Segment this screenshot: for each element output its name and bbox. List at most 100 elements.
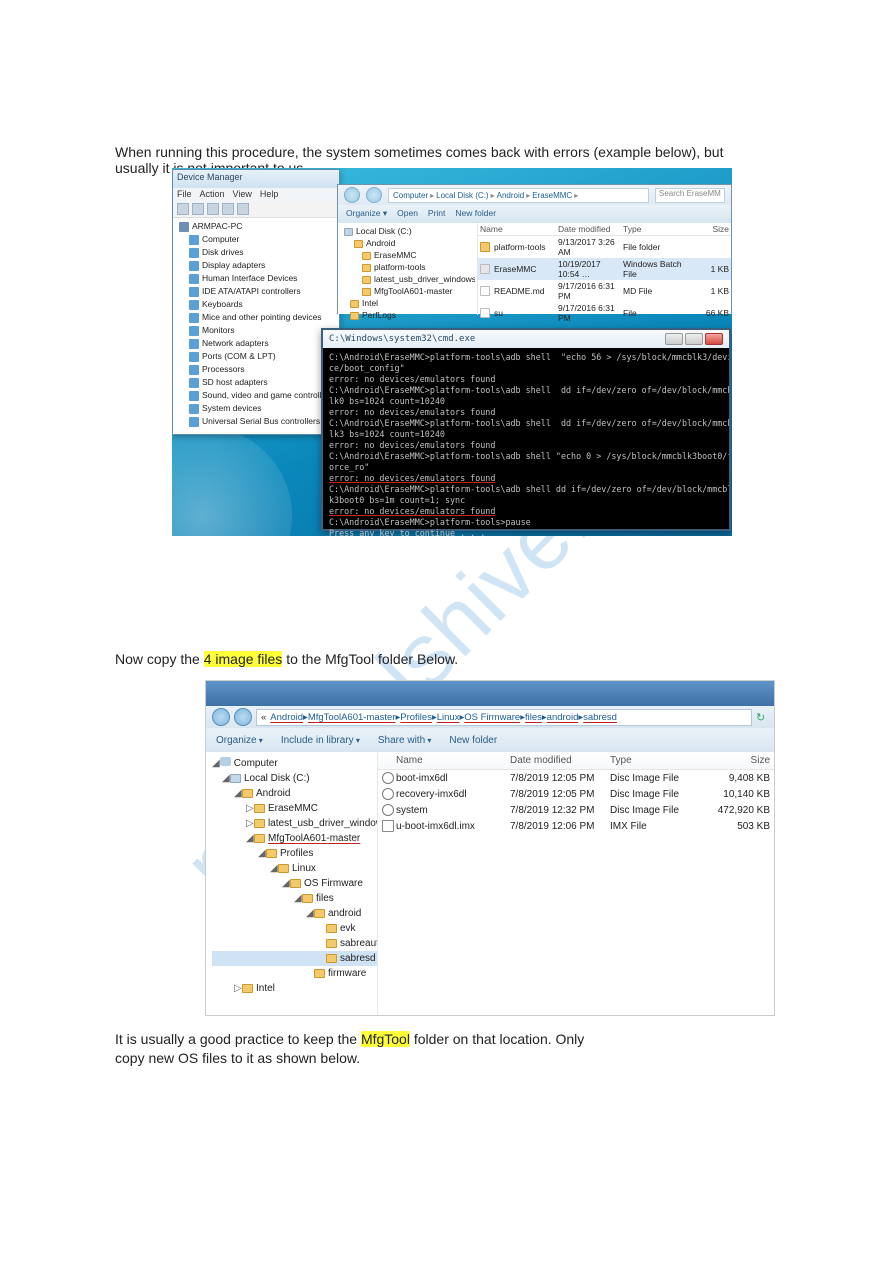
file-row[interactable]: EraseMMC10/19/2017 10:54 …Windows Batch … <box>478 258 731 280</box>
breadcrumb-seg[interactable]: Android <box>497 191 525 200</box>
breadcrumb-seg[interactable]: files <box>525 712 542 723</box>
file-row[interactable]: system7/8/2019 12:32 PMDisc Image File47… <box>378 802 774 818</box>
tree-node[interactable]: Disk drives <box>179 246 337 259</box>
tb-new-folder[interactable]: New folder <box>455 208 496 220</box>
device-manager-toolbar[interactable] <box>173 202 339 218</box>
maximize-button[interactable] <box>685 333 703 345</box>
device-icon <box>189 339 199 349</box>
cmd-titlebar: C:\Windows\system32\cmd.exe <box>323 330 729 348</box>
tree-node[interactable]: SD host adapters <box>179 376 337 389</box>
tree-node[interactable]: System devices <box>179 402 337 415</box>
tree-node[interactable]: Ports (COM & LPT) <box>179 350 337 363</box>
device-tree[interactable]: ARMPAC-PC ComputerDisk drivesDisplay ada… <box>173 218 339 430</box>
toolbar-icon[interactable] <box>207 203 219 215</box>
file-row[interactable]: README.md9/17/2016 6:31 PMMD File1 KB <box>478 280 731 302</box>
explorer-filelist[interactable]: Name Date modified Type Size platform-to… <box>478 223 731 315</box>
tree-node[interactable]: Display adapters <box>179 259 337 272</box>
file-row[interactable]: boot-imx6dl7/8/2019 12:05 PMDisc Image F… <box>378 770 774 786</box>
toolbar-icon[interactable] <box>237 203 249 215</box>
menu-help[interactable]: Help <box>260 189 279 201</box>
back-button[interactable] <box>212 708 230 726</box>
explorer2-sidebar[interactable]: ◢ Computer ◢Local Disk (C:) ◢Android ▷Er… <box>206 752 378 1016</box>
tb-organize[interactable]: Organize ▾ <box>346 208 387 220</box>
back-button[interactable] <box>344 187 360 203</box>
toolbar-icon[interactable] <box>192 203 204 215</box>
sidebar-item[interactable]: latest_usb_driver_windows <box>344 273 475 285</box>
menu-action[interactable]: Action <box>200 189 225 201</box>
search-input[interactable]: Search EraseMM <box>655 188 725 203</box>
breadcrumb-seg[interactable]: Computer <box>393 191 428 200</box>
sidebar-item[interactable]: EraseMMC <box>344 249 475 261</box>
folder-icon <box>314 909 325 918</box>
disc-image-icon <box>382 788 394 800</box>
tree-node[interactable]: Monitors <box>179 324 337 337</box>
breadcrumb-2[interactable]: « Android ▸ MfgToolA601-master ▸ Profile… <box>256 709 752 726</box>
minimize-button[interactable] <box>665 333 683 345</box>
breadcrumb-seg[interactable]: MfgToolA601-master <box>308 712 396 723</box>
forward-button[interactable] <box>366 187 382 203</box>
explorer-sidebar[interactable]: Local Disk (C:)AndroidEraseMMCplatform-t… <box>338 223 478 315</box>
breadcrumb-seg[interactable]: android <box>547 712 579 723</box>
sidebar-item[interactable]: Intel <box>344 297 475 309</box>
device-icon <box>189 391 199 401</box>
breadcrumb-seg[interactable]: Profiles <box>400 712 432 723</box>
toolbar-icon[interactable] <box>222 203 234 215</box>
breadcrumb-seg[interactable]: sabresd <box>583 712 617 723</box>
sidebar-item[interactable]: PerfLogs <box>344 309 475 321</box>
forward-button[interactable] <box>234 708 252 726</box>
sidebar-item[interactable]: platform-tools <box>344 261 475 273</box>
menu-view[interactable]: View <box>233 189 252 201</box>
sidebar-item[interactable]: Local Disk (C:) <box>344 225 475 237</box>
explorer2-toolbar[interactable]: Organize Include in library Share with N… <box>206 728 774 752</box>
computer-icon <box>179 222 189 232</box>
breadcrumb-seg[interactable]: Local Disk (C:) <box>436 191 488 200</box>
explorer-toolbar[interactable]: Organize ▾ Open Print New folder <box>338 205 731 223</box>
tb-organize[interactable]: Organize <box>216 735 263 746</box>
toolbar-icon[interactable] <box>177 203 189 215</box>
breadcrumb-prefix: « <box>261 712 266 723</box>
refresh-icon[interactable]: ↻ <box>756 711 768 723</box>
tree-node[interactable]: Computer <box>179 233 337 246</box>
file-row[interactable]: recovery-imx6dl7/8/2019 12:05 PMDisc Ima… <box>378 786 774 802</box>
close-button[interactable] <box>705 333 723 345</box>
tree-selected-sabresd[interactable]: sabresd <box>212 951 377 966</box>
tree-node[interactable]: Universal Serial Bus controllers <box>179 415 337 428</box>
drive-icon <box>344 228 353 236</box>
tree-node[interactable]: Keyboards <box>179 298 337 311</box>
breadcrumb-seg[interactable]: OS Firmware <box>464 712 520 723</box>
screenshot-mfgtool-folder: « Android ▸ MfgToolA601-master ▸ Profile… <box>205 680 775 1016</box>
tree-node[interactable]: Human Interface Devices <box>179 272 337 285</box>
tree-node[interactable]: Mice and other pointing devices <box>179 311 337 324</box>
tb-share-with[interactable]: Share with <box>378 735 432 746</box>
cmd-title-text: C:\Windows\system32\cmd.exe <box>329 334 475 344</box>
tree-node[interactable]: Sound, video and game controllers <box>179 389 337 402</box>
tree-node[interactable]: IDE ATA/ATAPI controllers <box>179 285 337 298</box>
device-icon <box>189 248 199 258</box>
breadcrumb-seg[interactable]: Android <box>270 712 303 723</box>
breadcrumb-seg[interactable]: EraseMMC <box>532 191 572 200</box>
file-row[interactable]: su9/17/2016 6:31 PMFile66 KB <box>478 302 731 324</box>
tb-open[interactable]: Open <box>397 208 418 220</box>
filelist-header[interactable]: Name Date modified Type Size <box>378 752 774 770</box>
tree-node[interactable]: Processors <box>179 363 337 376</box>
breadcrumb-sep-icon: ▸ <box>526 191 530 200</box>
file-icon <box>480 264 490 274</box>
file-row[interactable]: u-boot-imx6dl.imx7/8/2019 12:06 PMIMX Fi… <box>378 818 774 834</box>
file-row[interactable]: platform-tools9/13/2017 3:26 AMFile fold… <box>478 236 731 258</box>
menu-file[interactable]: File <box>177 189 192 201</box>
sidebar-item[interactable]: Android <box>344 237 475 249</box>
tree-node[interactable]: Network adapters <box>179 337 337 350</box>
sidebar-item[interactable]: MfgToolA601-master <box>344 285 475 297</box>
tb-new-folder[interactable]: New folder <box>449 735 497 746</box>
folder-icon <box>362 288 371 296</box>
disc-image-icon <box>382 804 394 816</box>
tb-include-library[interactable]: Include in library <box>281 735 360 746</box>
explorer2-filelist[interactable]: Name Date modified Type Size boot-imx6dl… <box>378 752 774 1016</box>
filelist-header[interactable]: Name Date modified Type Size <box>478 223 731 236</box>
tree-root[interactable]: ARMPAC-PC <box>179 220 337 233</box>
breadcrumb-1[interactable]: Computer▸Local Disk (C:)▸Android▸EraseMM… <box>388 188 649 203</box>
breadcrumb-seg[interactable]: Linux <box>437 712 460 723</box>
tb-print[interactable]: Print <box>428 208 445 220</box>
file-icon <box>382 820 394 832</box>
device-manager-menubar[interactable]: File Action View Help <box>173 188 339 202</box>
